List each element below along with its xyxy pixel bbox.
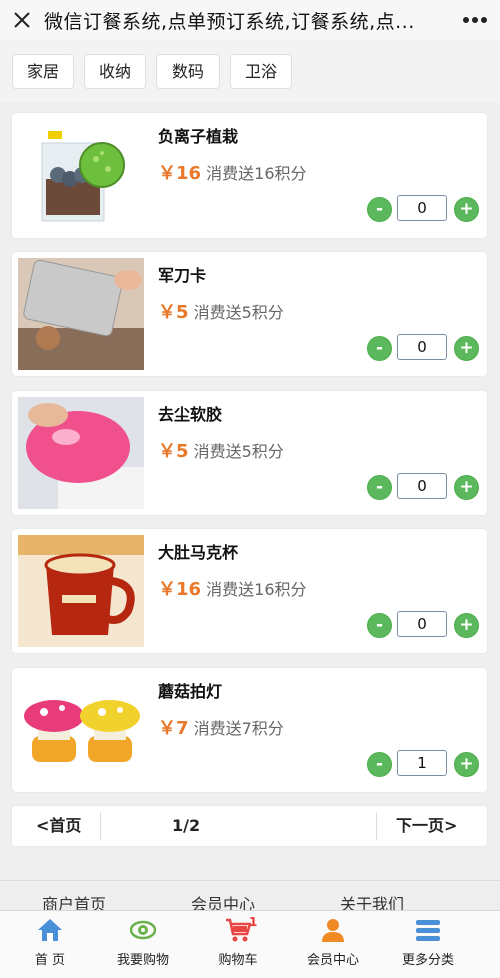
tab-label: 我要购物 xyxy=(116,953,169,968)
more-options-icon[interactable] xyxy=(450,0,500,40)
quantity-stepper: - 1 + xyxy=(367,750,479,778)
product-image-mug xyxy=(18,535,144,647)
bottom-tab-bar: 首 页 我要购物 1 购物车 会员中心 更多分类 xyxy=(0,910,500,978)
price-line: ￥16 消费送16积分 xyxy=(158,575,307,601)
top-bar: 微信订餐系统,点单预订系统,订餐系统,点... xyxy=(0,0,500,41)
increase-button[interactable]: + xyxy=(454,197,479,222)
points-text: 消费送16积分 xyxy=(206,164,307,183)
user-icon xyxy=(322,919,344,942)
tab-label: 会员中心 xyxy=(306,953,359,968)
quantity-input[interactable]: 0 xyxy=(397,611,447,637)
product-name: 去尘软胶 xyxy=(158,405,223,424)
category-chip[interactable]: 家居 xyxy=(12,54,74,89)
points-text: 消费送7积分 xyxy=(193,719,284,738)
price-line: ￥5 消费送5积分 xyxy=(158,298,284,324)
tab-member[interactable]: 会员中心 xyxy=(283,911,383,978)
tab-shop[interactable]: 我要购物 xyxy=(93,911,193,978)
tab-more[interactable]: 更多分类 xyxy=(378,911,478,978)
product-price: ￥7 xyxy=(158,718,189,739)
product-card[interactable]: 蘑菇拍灯 ￥7 消费送7积分 - 1 + xyxy=(12,668,487,792)
category-bar: 家居 收纳 数码 卫浴 xyxy=(0,40,500,102)
product-name: 蘑菇拍灯 xyxy=(158,682,223,701)
price-line: ￥5 消费送5积分 xyxy=(158,437,284,463)
points-text: 消费送5积分 xyxy=(193,442,284,461)
price-line: ￥16 消费送16积分 xyxy=(158,159,307,185)
points-text: 消费送5积分 xyxy=(193,303,284,322)
quantity-input[interactable]: 0 xyxy=(397,195,447,221)
product-card[interactable]: 大肚马克杯 ￥16 消费送16积分 - 0 + xyxy=(12,529,487,653)
product-name: 军刀卡 xyxy=(158,266,207,285)
decrease-button[interactable]: - xyxy=(367,613,392,638)
cart-count-badge: 1 xyxy=(249,915,258,929)
tab-home[interactable]: 首 页 xyxy=(0,911,100,978)
pager-divider xyxy=(100,812,101,840)
product-card[interactable]: 负离子植栽 ￥16 消费送16积分 - 0 + xyxy=(12,113,487,238)
product-image-plant xyxy=(18,119,144,231)
product-price: ￥16 xyxy=(158,579,202,600)
product-name: 大肚马克杯 xyxy=(158,543,239,562)
product-price: ￥5 xyxy=(158,441,189,462)
quantity-input[interactable]: 1 xyxy=(397,750,447,776)
first-page-button[interactable]: <首页 xyxy=(36,806,81,846)
next-page-button[interactable]: 下一页> xyxy=(396,806,457,846)
increase-button[interactable]: + xyxy=(454,752,479,777)
quantity-stepper: - 0 + xyxy=(367,473,479,501)
quantity-stepper: - 0 + xyxy=(367,334,479,362)
category-chip[interactable]: 卫浴 xyxy=(230,54,292,89)
tab-label: 购物车 xyxy=(218,953,258,968)
quantity-input[interactable]: 0 xyxy=(397,334,447,360)
product-price: ￥16 xyxy=(158,163,202,184)
eye-icon xyxy=(130,920,156,940)
page-title: 微信订餐系统,点单预订系统,订餐系统,点... xyxy=(44,10,415,33)
product-image-dust-gel xyxy=(18,397,144,509)
product-image-mushroom-lamp xyxy=(18,674,144,786)
product-image-card-tool xyxy=(18,258,144,370)
home-icon xyxy=(38,919,62,941)
footer-links: 商户首页 会员中心 关于我们 xyxy=(0,880,500,914)
cart-icon xyxy=(226,918,251,942)
close-icon[interactable] xyxy=(0,0,44,40)
decrease-button[interactable]: - xyxy=(367,475,392,500)
tab-label: 首 页 xyxy=(34,953,66,968)
quantity-input[interactable]: 0 xyxy=(397,473,447,499)
page-indicator: 1/2 xyxy=(172,816,201,835)
category-chip[interactable]: 数码 xyxy=(156,54,220,89)
product-card[interactable]: 军刀卡 ￥5 消费送5积分 - 0 + xyxy=(12,252,487,376)
quantity-stepper: - 0 + xyxy=(367,195,479,223)
increase-button[interactable]: + xyxy=(454,336,479,361)
product-price: ￥5 xyxy=(158,302,189,323)
decrease-button[interactable]: - xyxy=(367,197,392,222)
price-line: ￥7 消费送7积分 xyxy=(158,714,284,740)
product-card[interactable]: 去尘软胶 ￥5 消费送5积分 - 0 + xyxy=(12,391,487,515)
decrease-button[interactable]: - xyxy=(367,336,392,361)
pager-divider xyxy=(376,812,377,840)
pagination: <首页 1/2 下一页> xyxy=(12,806,487,846)
tab-label: 更多分类 xyxy=(401,953,454,968)
quantity-stepper: - 0 + xyxy=(367,611,479,639)
decrease-button[interactable]: - xyxy=(367,752,392,777)
tab-cart[interactable]: 1 购物车 xyxy=(188,911,288,978)
menu-icon xyxy=(416,920,440,941)
product-name: 负离子植栽 xyxy=(158,127,239,146)
points-text: 消费送16积分 xyxy=(206,580,307,599)
increase-button[interactable]: + xyxy=(454,475,479,500)
category-chip[interactable]: 收纳 xyxy=(84,54,146,89)
increase-button[interactable]: + xyxy=(454,613,479,638)
